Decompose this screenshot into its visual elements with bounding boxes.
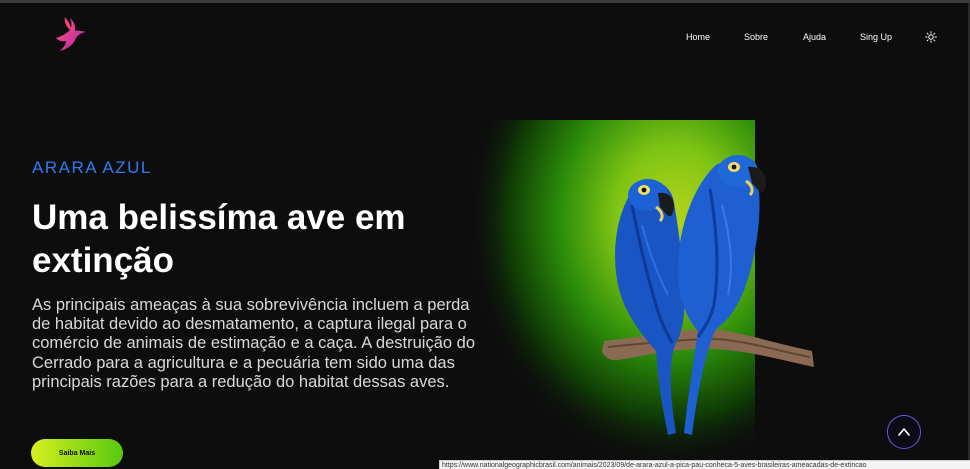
saiba-mais-button[interactable]: Saiba Mais <box>31 439 123 467</box>
chevron-up-icon <box>898 428 910 436</box>
scroll-top-button[interactable] <box>887 415 921 449</box>
blue-macaw-pair-image <box>602 155 814 435</box>
hero-description: As principais ameaças à sua sobrevivênci… <box>32 296 475 391</box>
nav-sobre[interactable]: Sobre <box>744 32 768 42</box>
hero-headline: Uma belissíma ave em extinção <box>32 198 406 280</box>
link-status-url: https://www.nationalgeographicbrasil.com… <box>439 460 970 469</box>
window-top-border <box>0 0 970 3</box>
nav-home[interactable]: Home <box>686 32 710 42</box>
hummingbird-logo-icon[interactable] <box>50 14 88 54</box>
nav-ajuda[interactable]: Ajuda <box>803 32 826 42</box>
nav-sign-up[interactable]: Sing Up <box>860 32 892 42</box>
hero-eyebrow: ARARA AZUL <box>32 158 152 177</box>
sun-icon[interactable] <box>925 31 937 43</box>
